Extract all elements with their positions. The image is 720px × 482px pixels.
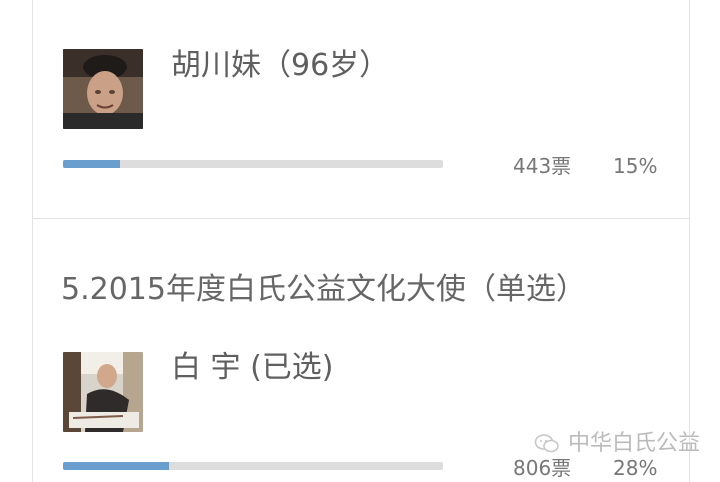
option-name: 白 宇 (已选) bbox=[171, 350, 334, 385]
option-name: 胡川妹（96岁） bbox=[171, 48, 390, 83]
vote-count: 806票 bbox=[513, 456, 572, 480]
question-title: 5.2015年度白氏公益文化大使（单选） bbox=[61, 272, 586, 307]
vote-percent: 28% bbox=[613, 456, 658, 480]
vote-percent: 15% bbox=[613, 154, 658, 178]
avatar bbox=[63, 352, 143, 432]
avatar bbox=[63, 49, 143, 129]
watermark: 中华白氏公益 bbox=[534, 430, 700, 458]
poll-option-card-1: 胡川妹（96岁） 443票 15% bbox=[32, 0, 690, 219]
progress-fill bbox=[63, 160, 120, 168]
watermark-text: 中华白氏公益 bbox=[567, 431, 700, 456]
portrait-elderly-woman bbox=[63, 49, 143, 129]
portrait-man-painting bbox=[63, 352, 143, 432]
progress-bar bbox=[63, 462, 443, 470]
wechat-icon bbox=[534, 434, 559, 453]
progress-bar bbox=[63, 160, 443, 168]
progress-fill bbox=[63, 462, 170, 470]
vote-count: 443票 bbox=[513, 154, 572, 178]
